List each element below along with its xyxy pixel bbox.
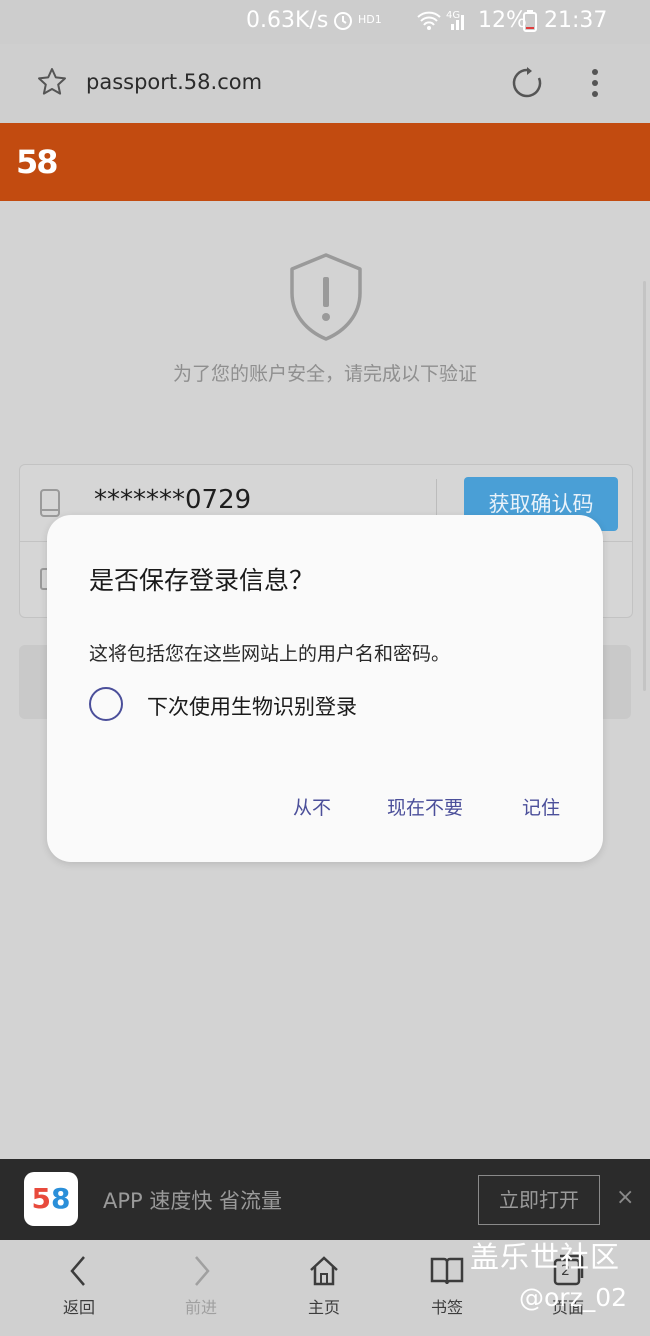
star-icon[interactable] (36, 66, 68, 102)
wifi-icon (416, 9, 442, 37)
site-header: 58 (0, 123, 650, 201)
app-icon-digit-5: 5 (31, 1182, 51, 1215)
home-icon (279, 1254, 369, 1288)
signal-icon (450, 10, 468, 36)
not-now-button[interactable]: 现在不要 (387, 793, 463, 820)
nav-back[interactable]: 返回 (34, 1254, 124, 1318)
watermark-user: @orz_02 (519, 1283, 628, 1312)
biometric-radio[interactable] (89, 687, 123, 721)
url-text[interactable]: passport.58.com (86, 70, 262, 94)
nav-home-label: 主页 (307, 1298, 340, 1317)
forward-arrow-icon (156, 1254, 246, 1288)
nav-forward[interactable]: 前进 (156, 1254, 246, 1318)
app-icon-digit-8: 8 (51, 1182, 71, 1215)
close-banner-icon[interactable]: × (616, 1185, 634, 1210)
scroll-indicator (643, 281, 646, 691)
phone-icon (40, 489, 60, 521)
network-speed: 0.63K/s (246, 8, 329, 33)
back-arrow-icon (34, 1254, 124, 1288)
biometric-label[interactable]: 下次使用生物识别登录 (147, 691, 357, 721)
nav-back-label: 返回 (62, 1298, 95, 1317)
battery-icon (523, 10, 537, 38)
dialog-title: 是否保存登录信息？ (89, 566, 315, 595)
shield-alert-icon (287, 251, 365, 347)
dialog-message: 这将包括您在这些网站上的用户名和密码。 (89, 643, 451, 665)
reload-icon[interactable] (510, 66, 544, 104)
open-app-button[interactable]: 立即打开 (478, 1175, 600, 1225)
phone-number-field[interactable]: *******0729 (94, 485, 251, 515)
save-login-dialog: 是否保存登录信息？ 这将包括您在这些网站上的用户名和密码。 下次使用生物识别登录… (47, 515, 603, 862)
nav-home[interactable]: 主页 (279, 1254, 369, 1318)
site-logo[interactable]: 58 (16, 143, 59, 181)
app-banner-text: APP 速度快 省流量 (103, 1189, 283, 1213)
clock: 21:37 (544, 8, 608, 33)
more-options-icon[interactable] (588, 68, 602, 102)
watermark-community: 盖乐世社区 (470, 1240, 621, 1274)
alarm-icon (332, 9, 354, 37)
hd-label: HD1 (358, 13, 382, 26)
nav-bookmarks-label: 书签 (430, 1298, 463, 1317)
nav-forward-label: 前进 (184, 1298, 217, 1317)
app-promo-banner: 58 APP 速度快 省流量 立即打开 × (0, 1159, 650, 1240)
app-logo-icon[interactable]: 58 (24, 1172, 78, 1226)
browser-url-bar: passport.58.com (0, 44, 650, 124)
battery-percent: 12% (478, 8, 527, 33)
status-bar: 0.63K/s HD1 4G 12% 21:37 (0, 0, 650, 44)
remember-button[interactable]: 记住 (522, 793, 560, 820)
verify-message: 为了您的账户安全，请完成以下验证 (172, 363, 477, 385)
never-button[interactable]: 从不 (293, 793, 331, 820)
